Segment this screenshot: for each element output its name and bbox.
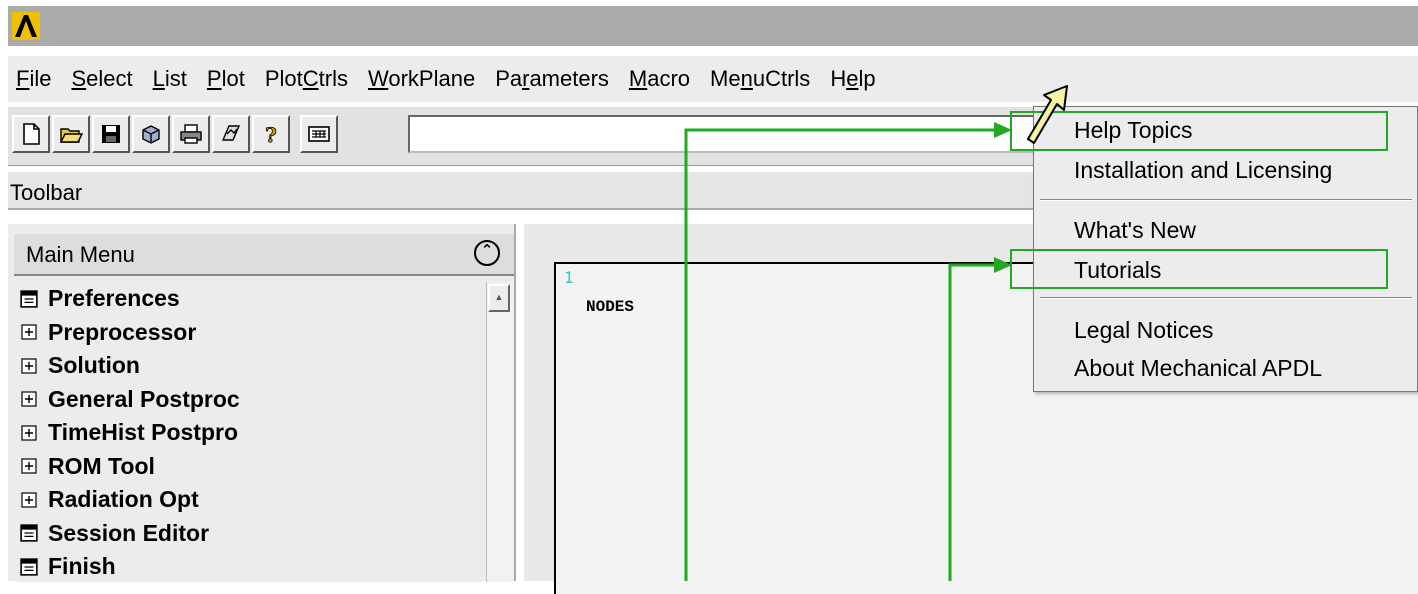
- print-button[interactable]: [172, 115, 210, 153]
- 3d-box-icon: [142, 125, 160, 144]
- expand-icon: [18, 455, 40, 477]
- expand-icon: [18, 422, 40, 444]
- main-menu-panel: Main Menu ⌃ Preferences Preprocessor Sol…: [8, 224, 516, 582]
- ansys-logo-icon: [12, 12, 40, 40]
- tree-item-solution[interactable]: Solution: [18, 349, 482, 383]
- legal-notices-item[interactable]: Legal Notices: [1074, 317, 1213, 344]
- tree-item-label: Preprocessor: [48, 318, 197, 345]
- dialog-icon: [18, 522, 40, 544]
- menu-macro[interactable]: Macro: [619, 66, 700, 92]
- installation-licensing-item[interactable]: Installation and Licensing: [1074, 157, 1332, 184]
- dialog-icon: [18, 288, 40, 310]
- menu-help[interactable]: Help: [820, 66, 885, 92]
- menu-menuctrls[interactable]: MenuCtrls: [700, 66, 820, 92]
- new-file-button[interactable]: [12, 115, 50, 153]
- menu-separator: [1040, 297, 1412, 299]
- open-folder-icon: [59, 128, 83, 143]
- open-file-button[interactable]: [52, 115, 90, 153]
- command-input[interactable]: [408, 115, 1048, 153]
- menu-bar: File Select List Plot PlotCtrls WorkPlan…: [8, 56, 1418, 102]
- report-icon: [221, 125, 241, 141]
- svg-text:?: ?: [265, 123, 277, 146]
- tree-item-label: TimeHist Postpro: [48, 419, 238, 446]
- plot-label: NODES: [586, 298, 635, 316]
- main-menu-title: Main Menu: [26, 242, 135, 267]
- expand-icon: [18, 388, 40, 410]
- expand-icon: [18, 321, 40, 343]
- save-button[interactable]: [92, 115, 130, 153]
- about-mechanical-apdl-item[interactable]: About Mechanical APDL: [1074, 355, 1322, 382]
- toolbar-separator: [292, 115, 298, 153]
- main-menu-tree: Preferences Preprocessor Solution Genera…: [18, 282, 482, 582]
- dialog-icon: [18, 556, 40, 578]
- tree-item-label: General Postproc: [48, 385, 240, 412]
- toolbar-label: Toolbar: [10, 180, 83, 205]
- tree-item-label: Solution: [48, 352, 140, 379]
- tree-item-rom-tool[interactable]: ROM Tool: [18, 450, 482, 484]
- tutorials-highlight: [1010, 249, 1388, 289]
- menu-workplane[interactable]: WorkPlane: [358, 66, 485, 92]
- scroll-up-arrow-icon[interactable]: ▲: [488, 284, 510, 312]
- menu-plotctrls[interactable]: PlotCtrls: [255, 66, 358, 92]
- menu-plot[interactable]: Plot: [197, 66, 255, 92]
- resume-db-button[interactable]: [132, 115, 170, 153]
- menu-file[interactable]: File: [8, 66, 61, 92]
- tree-item-preprocessor[interactable]: Preprocessor: [18, 316, 482, 350]
- expand-icon: [18, 355, 40, 377]
- new-file-icon: [23, 123, 40, 145]
- main-menu-scrollbar[interactable]: ▲: [486, 282, 513, 582]
- keyboard-icon: [308, 126, 330, 142]
- tree-item-timehist-postpro[interactable]: TimeHist Postpro: [18, 416, 482, 450]
- tree-item-finish[interactable]: Finish: [18, 550, 482, 584]
- menu-separator: [1040, 199, 1412, 201]
- ansys-mapdl-window: File Select List Plot PlotCtrls WorkPlan…: [0, 0, 1418, 594]
- toolbar-buttons: ?: [12, 115, 338, 153]
- command-prompt-button[interactable]: [300, 115, 338, 153]
- tree-item-label: Radiation Opt: [48, 486, 199, 513]
- collapse-menu-icon[interactable]: ⌃: [474, 240, 500, 266]
- menu-list[interactable]: List: [143, 66, 197, 92]
- tree-item-label: ROM Tool: [48, 452, 155, 479]
- tree-item-general-postproc[interactable]: General Postproc: [18, 383, 482, 417]
- expand-icon: [18, 489, 40, 511]
- tree-item-label: Session Editor: [48, 519, 210, 546]
- report-button[interactable]: [212, 115, 250, 153]
- help-button[interactable]: ?: [252, 115, 290, 153]
- print-icon: [180, 124, 202, 144]
- tree-item-label: Preferences: [48, 285, 180, 312]
- save-icon: [102, 125, 120, 143]
- main-menu-header: Main Menu ⌃: [14, 234, 514, 276]
- menu-parameters[interactable]: Parameters: [485, 66, 619, 92]
- tree-item-label: Finish: [48, 553, 116, 580]
- help-question-icon: ?: [265, 123, 278, 146]
- tree-item-radiation-opt[interactable]: Radiation Opt: [18, 483, 482, 517]
- tree-item-preferences[interactable]: Preferences: [18, 282, 482, 316]
- help-topics-highlight: [1010, 111, 1388, 151]
- tree-item-session-editor[interactable]: Session Editor: [18, 517, 482, 551]
- whats-new-item[interactable]: What's New: [1074, 217, 1196, 244]
- menu-select[interactable]: Select: [61, 66, 142, 92]
- window-number: 1: [564, 268, 574, 287]
- title-bar: [8, 6, 1418, 46]
